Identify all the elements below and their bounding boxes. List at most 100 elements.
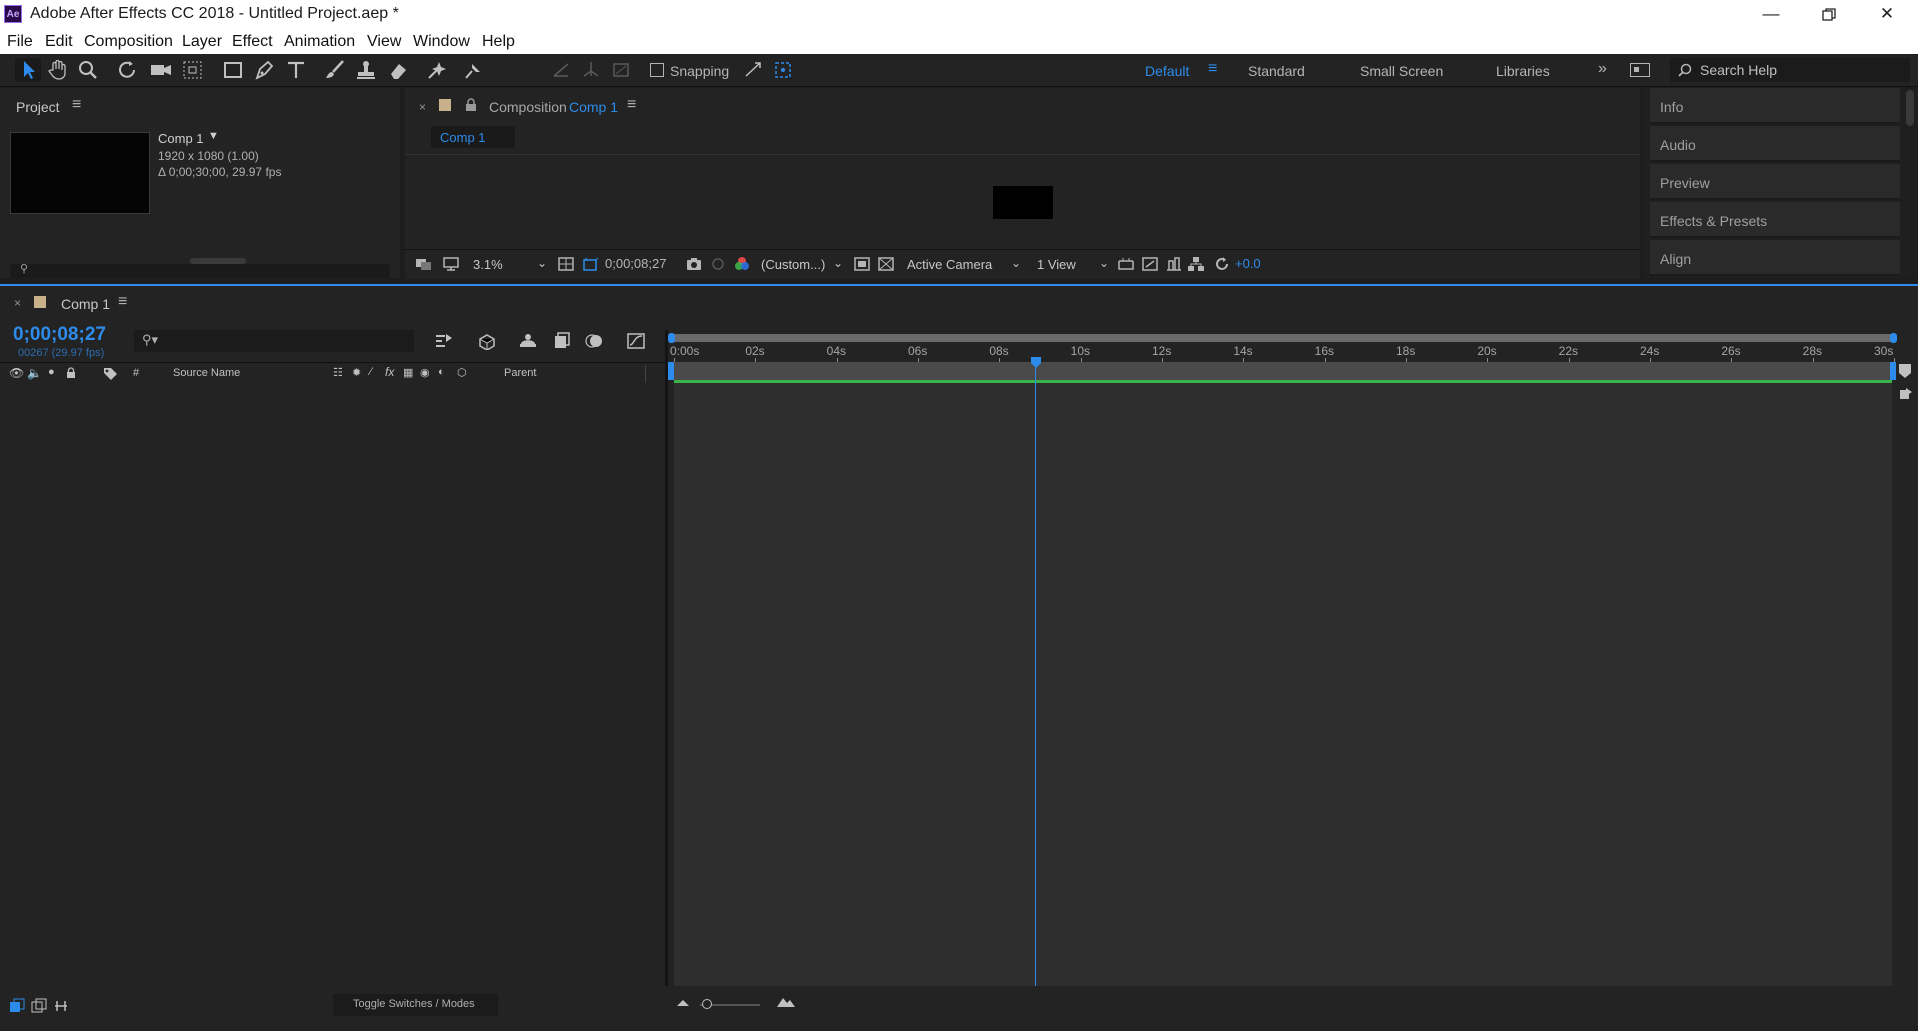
switches-quality-icon[interactable]: ∕: [370, 366, 372, 378]
comp-marker-bin-icon[interactable]: [1898, 362, 1912, 380]
solo-dot-icon[interactable]: ●: [48, 366, 55, 378]
pen-tool-icon[interactable]: [252, 58, 278, 82]
show-snapshot-icon[interactable]: [709, 256, 727, 272]
views-dropdown[interactable]: 1 View ⌄: [1031, 254, 1111, 274]
toggle-switches-modes-button[interactable]: Toggle Switches / Modes: [333, 994, 498, 1016]
track-area[interactable]: [674, 383, 1892, 989]
pan-behind-tool-icon[interactable]: [180, 58, 206, 82]
reset-exposure-icon[interactable]: [1213, 256, 1231, 272]
project-search-bar[interactable]: ⚲: [10, 263, 390, 278]
close-icon[interactable]: ✕: [1858, 0, 1916, 30]
type-tool-icon[interactable]: [283, 58, 309, 82]
eraser-tool-icon[interactable]: [385, 58, 411, 82]
workspace-menu-icon[interactable]: ≡: [1208, 60, 1217, 78]
menu-animation[interactable]: Animation: [284, 33, 355, 51]
comp-tab-name[interactable]: Comp 1: [569, 99, 618, 115]
shy-layers-icon[interactable]: [518, 332, 538, 350]
roto-brush-tool-icon[interactable]: [425, 58, 451, 82]
menu-effect[interactable]: Effect: [232, 33, 273, 51]
work-area-end-handle[interactable]: [1890, 362, 1896, 380]
motion-blur-icon[interactable]: [585, 332, 605, 350]
menu-file[interactable]: File: [7, 33, 33, 51]
effects-presets-panel-header[interactable]: Effects & Presets: [1650, 202, 1900, 238]
layer-switches-pane-icon[interactable]: [9, 998, 25, 1014]
region-of-interest-icon[interactable]: [853, 256, 871, 272]
zoom-out-mountain-icon[interactable]: [676, 998, 690, 1008]
timeline-zoom-slider-knob[interactable]: [702, 999, 712, 1009]
selection-tool-icon[interactable]: [15, 58, 41, 82]
navigator-end-handle[interactable]: [1890, 333, 1897, 343]
switches-3d-icon[interactable]: ⬡: [457, 366, 467, 379]
draft-3d-icon[interactable]: [476, 332, 496, 350]
time-ruler[interactable]: 0:00s 02s 04s 06s 08s 10s 12s 14s 16s 18s 20s 22s 24…: [668, 344, 1895, 362]
project-item-name[interactable]: Comp 1: [158, 131, 204, 146]
work-area-bar[interactable]: [672, 362, 1894, 380]
workspace-default[interactable]: Default: [1145, 63, 1189, 79]
layer-list-area[interactable]: [0, 385, 665, 985]
resolution-dropdown[interactable]: (Custom...) ⌄: [755, 254, 845, 274]
local-axis-icon[interactable]: [548, 58, 574, 82]
transfer-controls-pane-icon[interactable]: [31, 998, 47, 1014]
info-panel-header[interactable]: Info: [1650, 88, 1900, 124]
column-number[interactable]: #: [133, 367, 139, 379]
column-parent[interactable]: Parent: [504, 367, 536, 379]
timeline-search-input[interactable]: ⚲▾: [134, 330, 414, 352]
zoom-in-mountain-icon[interactable]: [776, 996, 796, 1008]
timeline-icon[interactable]: [1165, 256, 1183, 272]
switches-fx-icon[interactable]: fx: [385, 365, 394, 379]
project-splitter-handle[interactable]: [190, 258, 246, 264]
menu-edit[interactable]: Edit: [45, 33, 73, 51]
right-panel-scrollbar[interactable]: [1906, 90, 1914, 126]
puppet-pin-tool-icon[interactable]: [460, 58, 486, 82]
graph-editor-icon[interactable]: [626, 332, 646, 350]
work-area-start-handle[interactable]: [668, 362, 674, 380]
snapshot-camera-icon[interactable]: [685, 256, 703, 272]
switches-frame-blend-icon[interactable]: ▦: [403, 366, 413, 379]
in-out-duration-pane-icon[interactable]: [53, 998, 69, 1014]
menu-view[interactable]: View: [367, 33, 401, 51]
workspace-small-screen[interactable]: Small Screen: [1360, 63, 1443, 79]
comp-nav-button[interactable]: Comp 1: [431, 126, 515, 148]
clone-stamp-tool-icon[interactable]: [353, 58, 379, 82]
exposure-value[interactable]: +0.0: [1235, 256, 1261, 271]
switches-collapse-icon[interactable]: ✹: [352, 366, 361, 379]
menu-layer[interactable]: Layer: [182, 33, 222, 51]
workspace-panels-icon[interactable]: [1630, 63, 1650, 77]
current-time-indicator[interactable]: [1030, 356, 1042, 992]
view-axis-icon[interactable]: [608, 58, 634, 82]
lock-icon[interactable]: [465, 98, 477, 112]
snap-edges-icon[interactable]: [740, 58, 766, 82]
menu-composition[interactable]: Composition: [84, 33, 173, 51]
project-tab[interactable]: Project: [16, 99, 60, 115]
av-video-eye-icon[interactable]: 👁: [9, 366, 24, 380]
always-preview-icon[interactable]: [415, 256, 433, 272]
column-source-name[interactable]: Source Name: [173, 367, 240, 379]
transparency-grid-icon[interactable]: [581, 256, 599, 272]
camera-dropdown[interactable]: Active Camera ⌄: [901, 254, 1026, 274]
color-channels-icon[interactable]: [733, 255, 751, 273]
rotate-tool-icon[interactable]: [115, 58, 141, 82]
audio-speaker-icon[interactable]: 🔈: [27, 366, 42, 380]
world-axis-icon[interactable]: [578, 58, 604, 82]
project-item-dropdown-icon[interactable]: ▼: [208, 130, 219, 142]
comp-panel-close-icon[interactable]: ×: [419, 100, 426, 114]
preview-panel-header[interactable]: Preview: [1650, 164, 1900, 200]
label-tag-icon[interactable]: [102, 366, 118, 380]
frame-blending-icon[interactable]: [552, 332, 572, 350]
project-panel-menu-icon[interactable]: ≡: [72, 96, 81, 114]
switches-motion-blur-icon[interactable]: ◉: [420, 366, 430, 379]
composition-mini-flowchart-icon[interactable]: [434, 332, 454, 350]
comp-panel-menu-icon[interactable]: ≡: [627, 96, 636, 114]
timeline-menu-icon[interactable]: ≡: [118, 293, 127, 311]
timeline-tab[interactable]: Comp 1: [61, 296, 110, 312]
viewer-timecode[interactable]: 0;00;08;27: [605, 256, 666, 271]
search-help-box[interactable]: Search Help: [1670, 58, 1910, 82]
minimize-icon[interactable]: —: [1742, 0, 1800, 30]
snap-features-icon[interactable]: [770, 58, 796, 82]
align-panel-header[interactable]: Align: [1650, 240, 1900, 276]
camera-tool-icon[interactable]: [148, 58, 174, 82]
flowchart-icon[interactable]: [1187, 256, 1205, 272]
menu-window[interactable]: Window: [413, 33, 470, 51]
audio-panel-header[interactable]: Audio: [1650, 126, 1900, 162]
restore-icon[interactable]: [1800, 0, 1858, 30]
